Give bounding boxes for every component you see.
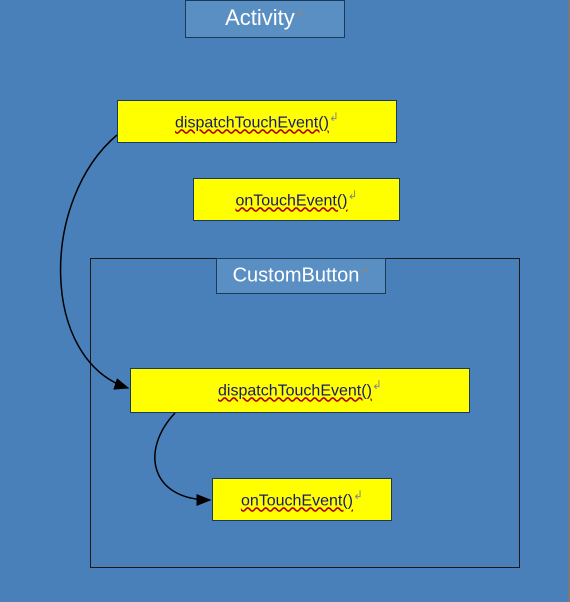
return-mark: ↲ <box>353 488 363 502</box>
custombutton-header: CustomButton↲ <box>216 258 386 294</box>
custombutton-header-label: CustomButton <box>233 265 360 287</box>
return-mark: ↲ <box>348 188 358 202</box>
custom-ontouch-label: onTouchEvent() <box>241 492 353 509</box>
activity-ontouch-box: onTouchEvent()↲ <box>193 178 400 221</box>
activity-header-label: Activity <box>225 5 295 30</box>
return-mark: ↲ <box>359 263 369 277</box>
activity-dispatch-label: dispatchTouchEvent() <box>175 114 329 131</box>
return-mark: ↲ <box>295 6 305 20</box>
activity-ontouch-label: onTouchEvent() <box>235 192 347 209</box>
return-mark: ↲ <box>372 378 382 392</box>
custom-ontouch-box: onTouchEvent()↲ <box>212 478 392 521</box>
custom-dispatch-box: dispatchTouchEvent()↲ <box>130 368 470 413</box>
activity-dispatch-box: dispatchTouchEvent()↲ <box>117 100 397 143</box>
diagram-canvas: Activity↲ dispatchTouchEvent()↲ onTouchE… <box>0 0 570 602</box>
return-mark: ↲ <box>329 110 339 124</box>
custombutton-container <box>90 258 520 568</box>
custom-dispatch-label: dispatchTouchEvent() <box>218 382 372 399</box>
activity-header: Activity↲ <box>185 0 345 38</box>
